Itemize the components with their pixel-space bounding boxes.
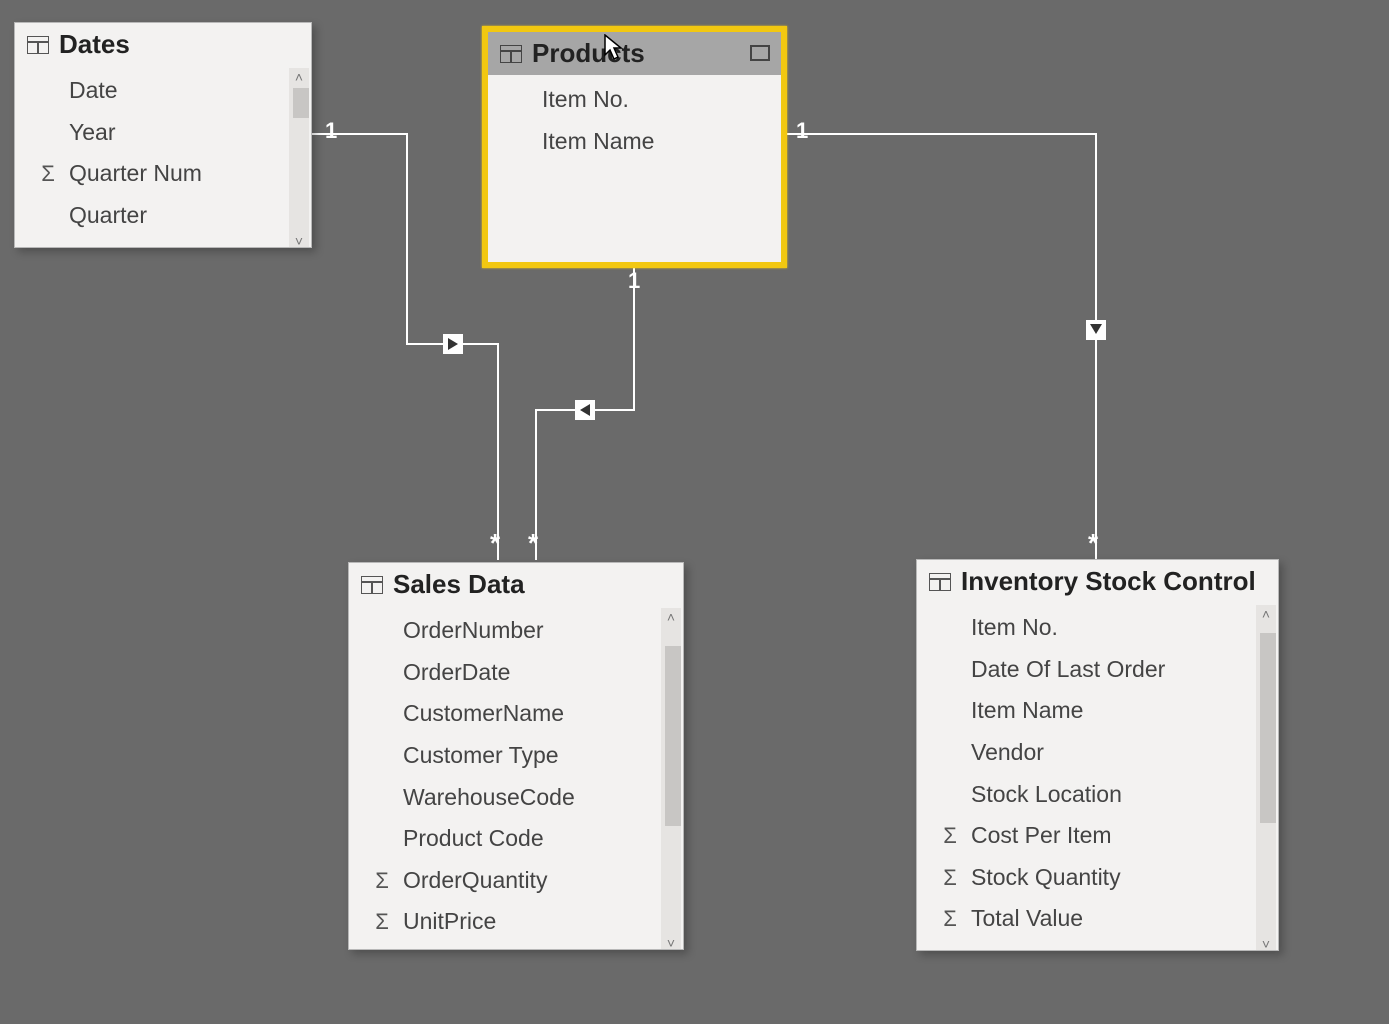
expand-icon[interactable] bbox=[749, 38, 771, 69]
table-row[interactable]: Item No. bbox=[917, 607, 1278, 649]
table-inventory-header[interactable]: Inventory Stock Control bbox=[917, 560, 1278, 603]
table-dates[interactable]: Dates Date Year ΣQuarter Num Quarter ˄ ˅ bbox=[14, 22, 312, 248]
field-label: Vendor bbox=[971, 735, 1264, 771]
table-inventory[interactable]: Inventory Stock Control Item No. Date Of… bbox=[916, 559, 1279, 951]
table-row[interactable]: Item No. bbox=[488, 79, 781, 121]
table-row[interactable]: ΣStock Quantity bbox=[917, 857, 1278, 899]
cardinality-products-one-b: 1 bbox=[796, 118, 808, 144]
field-label: Item No. bbox=[542, 82, 767, 118]
field-label: Item Name bbox=[971, 693, 1264, 729]
field-label: Stock Quantity bbox=[971, 860, 1264, 896]
sigma-icon: Σ bbox=[937, 819, 963, 853]
table-row[interactable]: CustomerName bbox=[349, 693, 683, 735]
scroll-thumb[interactable] bbox=[293, 88, 309, 118]
sigma-icon: Σ bbox=[937, 902, 963, 936]
table-row[interactable]: Customer Type bbox=[349, 735, 683, 777]
field-label: OrderQuantity bbox=[403, 863, 669, 899]
field-label: Date Of Last Order bbox=[971, 652, 1264, 688]
cardinality-dates-one: 1 bbox=[325, 118, 337, 144]
sigma-icon: Σ bbox=[35, 157, 61, 191]
field-label: UnitPrice bbox=[403, 904, 669, 940]
table-sales-title: Sales Data bbox=[393, 569, 525, 600]
field-label: Stock Location bbox=[971, 777, 1264, 813]
field-label: Total Value bbox=[971, 901, 1264, 937]
table-row[interactable]: ΣCost Per Item bbox=[917, 815, 1278, 857]
table-products-title: Products bbox=[532, 38, 645, 69]
table-row[interactable]: ΣQuarter Num bbox=[15, 153, 311, 195]
table-products[interactable]: Products Item No. Item Name bbox=[482, 26, 787, 268]
scroll-down-icon[interactable]: ˅ bbox=[667, 934, 675, 950]
table-row[interactable]: Vendor bbox=[917, 732, 1278, 774]
table-row[interactable]: Item Name bbox=[488, 121, 781, 163]
scroll-thumb[interactable] bbox=[665, 646, 681, 826]
scroll-up-icon[interactable]: ˄ bbox=[1262, 605, 1270, 623]
cardinality-sales-many-1: * bbox=[490, 528, 500, 559]
table-products-header[interactable]: Products bbox=[488, 32, 781, 75]
relationship-dates-sales[interactable] bbox=[311, 134, 498, 560]
field-label: Customer Type bbox=[403, 738, 669, 774]
sigma-icon: Σ bbox=[369, 905, 395, 939]
table-dates-title: Dates bbox=[59, 29, 130, 60]
field-label: Date bbox=[69, 73, 297, 109]
table-dates-header[interactable]: Dates bbox=[15, 23, 311, 66]
table-row[interactable]: WarehouseCode bbox=[349, 777, 683, 819]
table-row[interactable]: Date bbox=[15, 70, 311, 112]
table-icon bbox=[361, 576, 383, 594]
scroll-up-icon[interactable]: ˄ bbox=[295, 68, 303, 86]
table-row[interactable]: ΣTotal Value bbox=[917, 898, 1278, 940]
table-row[interactable]: ΣOrderQuantity bbox=[349, 860, 683, 902]
field-label: Item No. bbox=[971, 610, 1264, 646]
table-sales-header[interactable]: Sales Data bbox=[349, 563, 683, 606]
sigma-icon: Σ bbox=[937, 861, 963, 895]
table-sales[interactable]: Sales Data OrderNumber OrderDate Custome… bbox=[348, 562, 684, 950]
field-label: OrderDate bbox=[403, 655, 669, 691]
table-inventory-title: Inventory Stock Control bbox=[961, 566, 1256, 597]
cardinality-inventory-many: * bbox=[1088, 528, 1098, 559]
field-label: Quarter Num bbox=[69, 156, 297, 192]
scroll-down-icon[interactable]: ˅ bbox=[1262, 935, 1270, 951]
field-label: CustomerName bbox=[403, 696, 669, 732]
table-row[interactable]: Item Name bbox=[917, 690, 1278, 732]
table-icon bbox=[500, 45, 522, 63]
cardinality-sales-many-2: * bbox=[528, 528, 538, 559]
table-row[interactable]: Stock Location bbox=[917, 774, 1278, 816]
scroll-thumb[interactable] bbox=[1260, 633, 1276, 823]
field-label: WarehouseCode bbox=[403, 780, 669, 816]
field-label: Item Name bbox=[542, 124, 767, 160]
table-icon bbox=[27, 36, 49, 54]
table-row[interactable]: Date Of Last Order bbox=[917, 649, 1278, 691]
table-row[interactable]: Quarter bbox=[15, 195, 311, 237]
relationship-products-inventory[interactable] bbox=[786, 134, 1106, 560]
field-label: Year bbox=[69, 115, 297, 151]
table-row[interactable]: OrderNumber bbox=[349, 610, 683, 652]
table-row[interactable]: OrderDate bbox=[349, 652, 683, 694]
field-label: Quarter bbox=[69, 198, 297, 234]
table-row[interactable]: ΣUnitPrice bbox=[349, 901, 683, 943]
cardinality-products-one-a: 1 bbox=[628, 268, 640, 294]
table-row[interactable]: Product Code bbox=[349, 818, 683, 860]
scroll-up-icon[interactable]: ˄ bbox=[667, 608, 675, 626]
table-icon bbox=[929, 573, 951, 591]
scroll-down-icon[interactable]: ˅ bbox=[295, 232, 303, 248]
field-label: Cost Per Item bbox=[971, 818, 1264, 854]
field-label: Product Code bbox=[403, 821, 669, 857]
field-label: OrderNumber bbox=[403, 613, 669, 649]
table-row[interactable]: Year bbox=[15, 112, 311, 154]
sigma-icon: Σ bbox=[369, 864, 395, 898]
relationship-products-sales[interactable] bbox=[536, 268, 634, 560]
